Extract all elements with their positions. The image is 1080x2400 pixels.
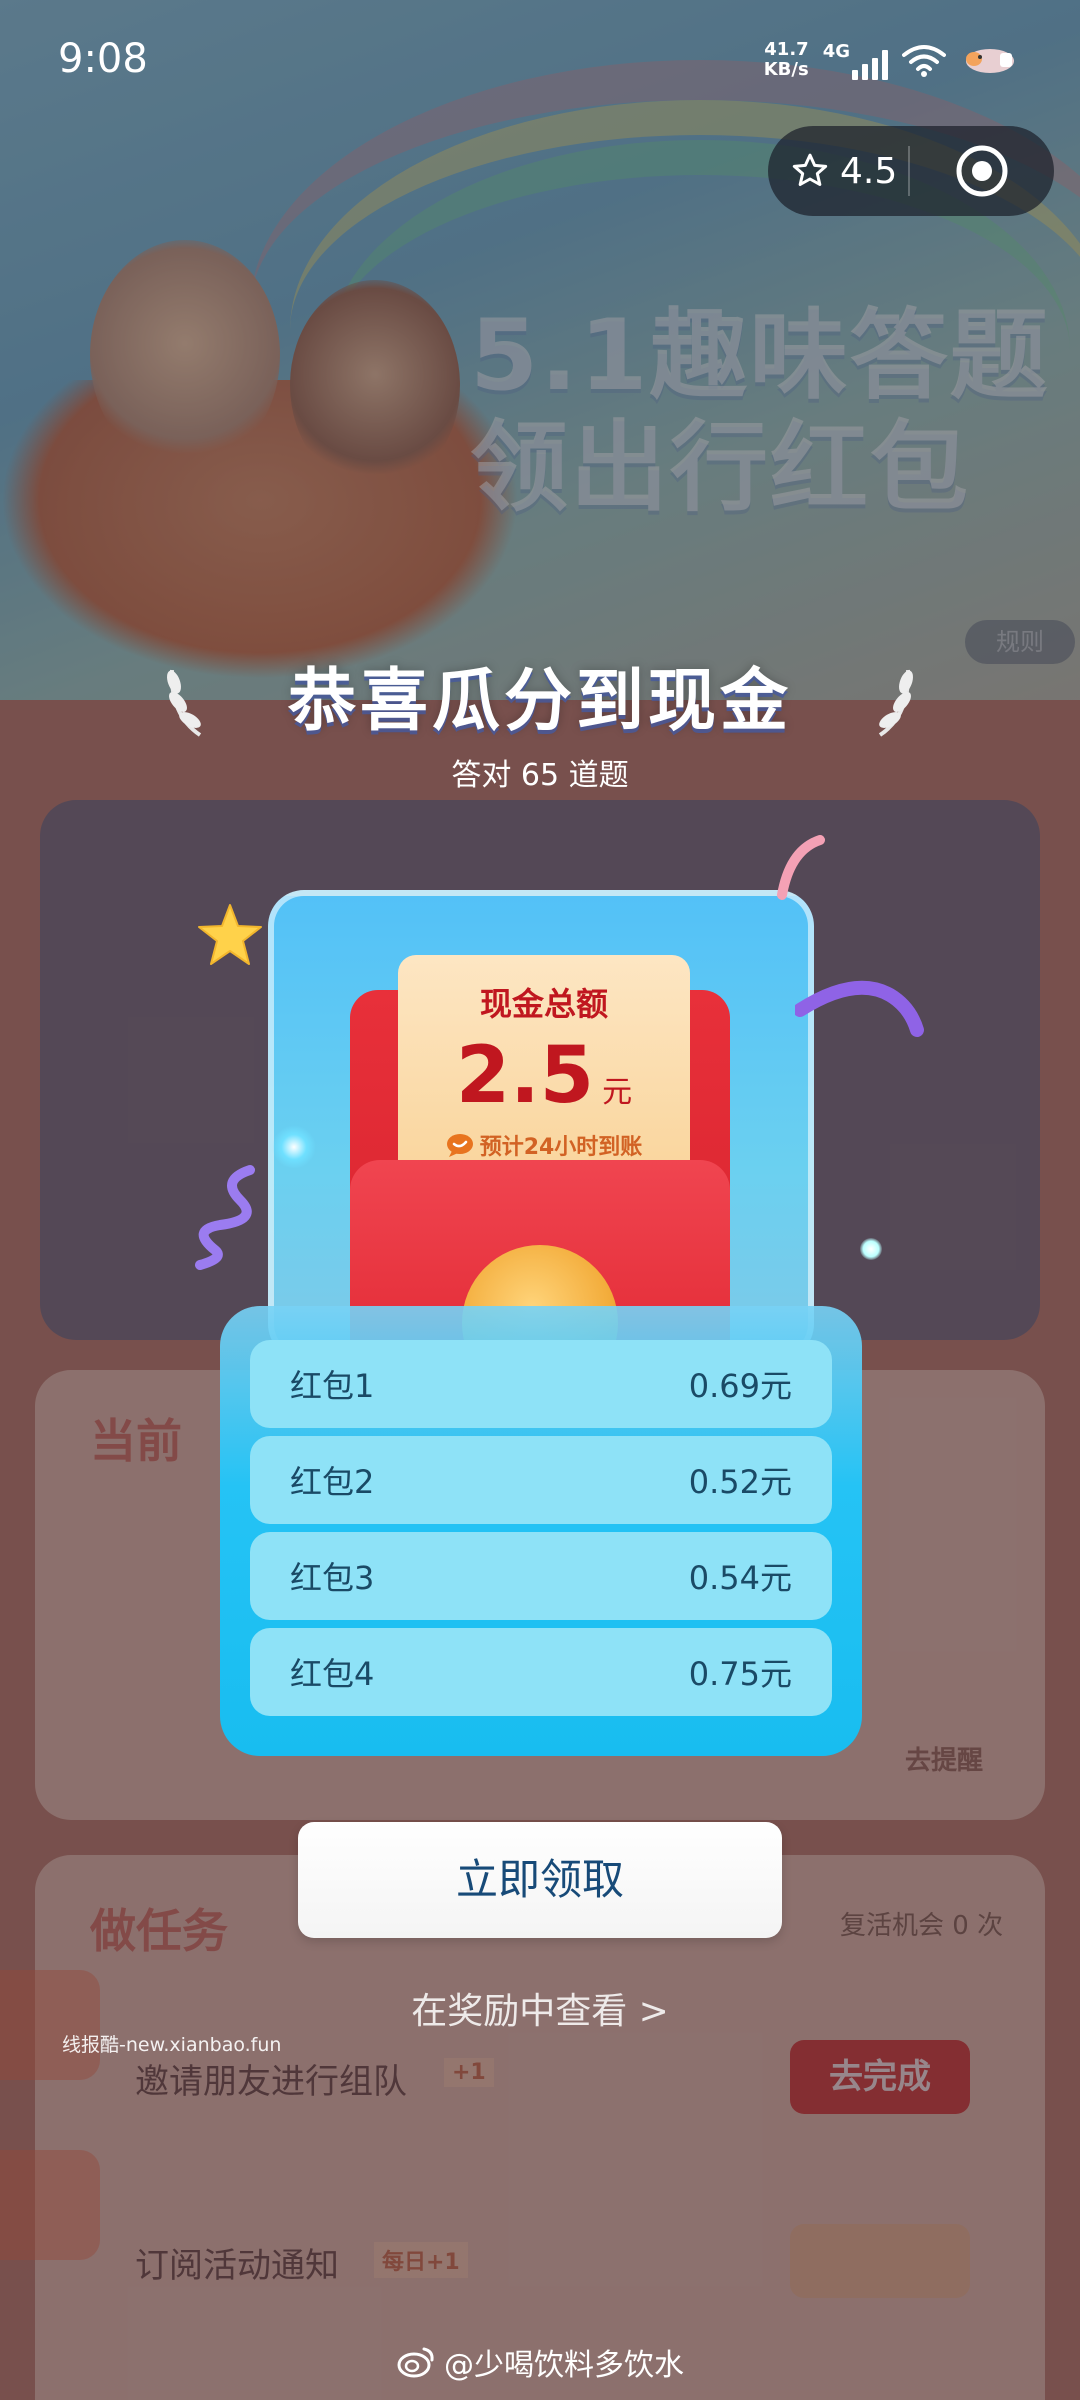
claim-now-button[interactable]: 立即领取 (298, 1822, 782, 1938)
cash-total-card: 现金总额 2.5 元 预计24小时到账 (398, 955, 690, 1190)
packet-amount: 0.52元 (688, 1463, 792, 1501)
ribbon-pink-icon (777, 835, 825, 900)
list-item: 红包1 0.69元 (250, 1340, 832, 1428)
network-type: 4G (822, 40, 850, 62)
cash-amount-value: 2.5 (455, 1031, 595, 1121)
battery-icon (966, 49, 1014, 73)
network-speed-value: 41.7 (764, 39, 809, 60)
packet-amount: 0.69元 (688, 1367, 792, 1405)
rating-button[interactable]: 4.5 (768, 151, 908, 192)
view-in-rewards-link[interactable]: 在奖励中查看 > (0, 1982, 1080, 2034)
signal-icon (852, 49, 888, 80)
sparkle-decoration (860, 1238, 882, 1260)
list-item: 红包2 0.52元 (250, 1436, 832, 1524)
status-bar: 9:08 41.7 KB/s 4G (0, 0, 1080, 130)
red-packet-list: 红包1 0.69元 红包2 0.52元 红包3 0.54元 红包4 0.75元 (220, 1306, 862, 1756)
packet-amount: 0.75元 (688, 1655, 792, 1693)
star-icon (792, 153, 828, 186)
network-speed-unit: KB/s (763, 59, 809, 80)
target-icon (956, 145, 1008, 197)
packet-amount: 0.54元 (688, 1559, 792, 1597)
cash-eta-text: 预计24小时到账 (479, 1135, 643, 1160)
site-watermark: 线报酷-new.xianbao.fun (62, 2034, 282, 2056)
weibo-icon (397, 2347, 434, 2378)
modal-title: 恭喜瓜分到现金 (287, 662, 792, 741)
miniprogram-capsule: 4.5 (768, 126, 1054, 216)
cash-total-label: 现金总额 (479, 985, 608, 1023)
sparkle-decoration (272, 1125, 316, 1169)
weibo-handle: @少喝饮料多饮水 (444, 2348, 684, 2383)
list-item: 红包4 0.75元 (250, 1628, 832, 1716)
weibo-watermark: @少喝饮料多饮水 (0, 2340, 1080, 2384)
close-miniprogram-button[interactable] (910, 143, 1054, 199)
modal-subtitle: 答对 65 道题 (451, 758, 629, 793)
packet-name: 红包2 (290, 1463, 375, 1501)
status-time: 9:08 (58, 36, 148, 82)
cash-total-amount: 2.5 元 (398, 1031, 690, 1121)
ribbon-violet-icon (795, 980, 924, 1037)
ribbon-purple-icon (195, 1165, 255, 1270)
list-item: 红包3 0.54元 (250, 1532, 832, 1620)
cash-amount-unit: 元 (602, 1075, 633, 1110)
cash-eta: 预计24小时到账 (398, 1129, 690, 1161)
status-icons: 41.7 KB/s 4G (764, 40, 1020, 80)
packet-name: 红包4 (290, 1655, 375, 1693)
packet-name: 红包1 (290, 1367, 375, 1405)
star-decoration-icon (198, 904, 262, 965)
chat-bubble-icon (446, 1134, 473, 1157)
network-speed: 41.7 KB/s (764, 40, 809, 80)
packet-name: 红包3 (290, 1559, 375, 1597)
rating-value: 4.5 (840, 150, 898, 192)
wifi-icon (902, 45, 946, 77)
